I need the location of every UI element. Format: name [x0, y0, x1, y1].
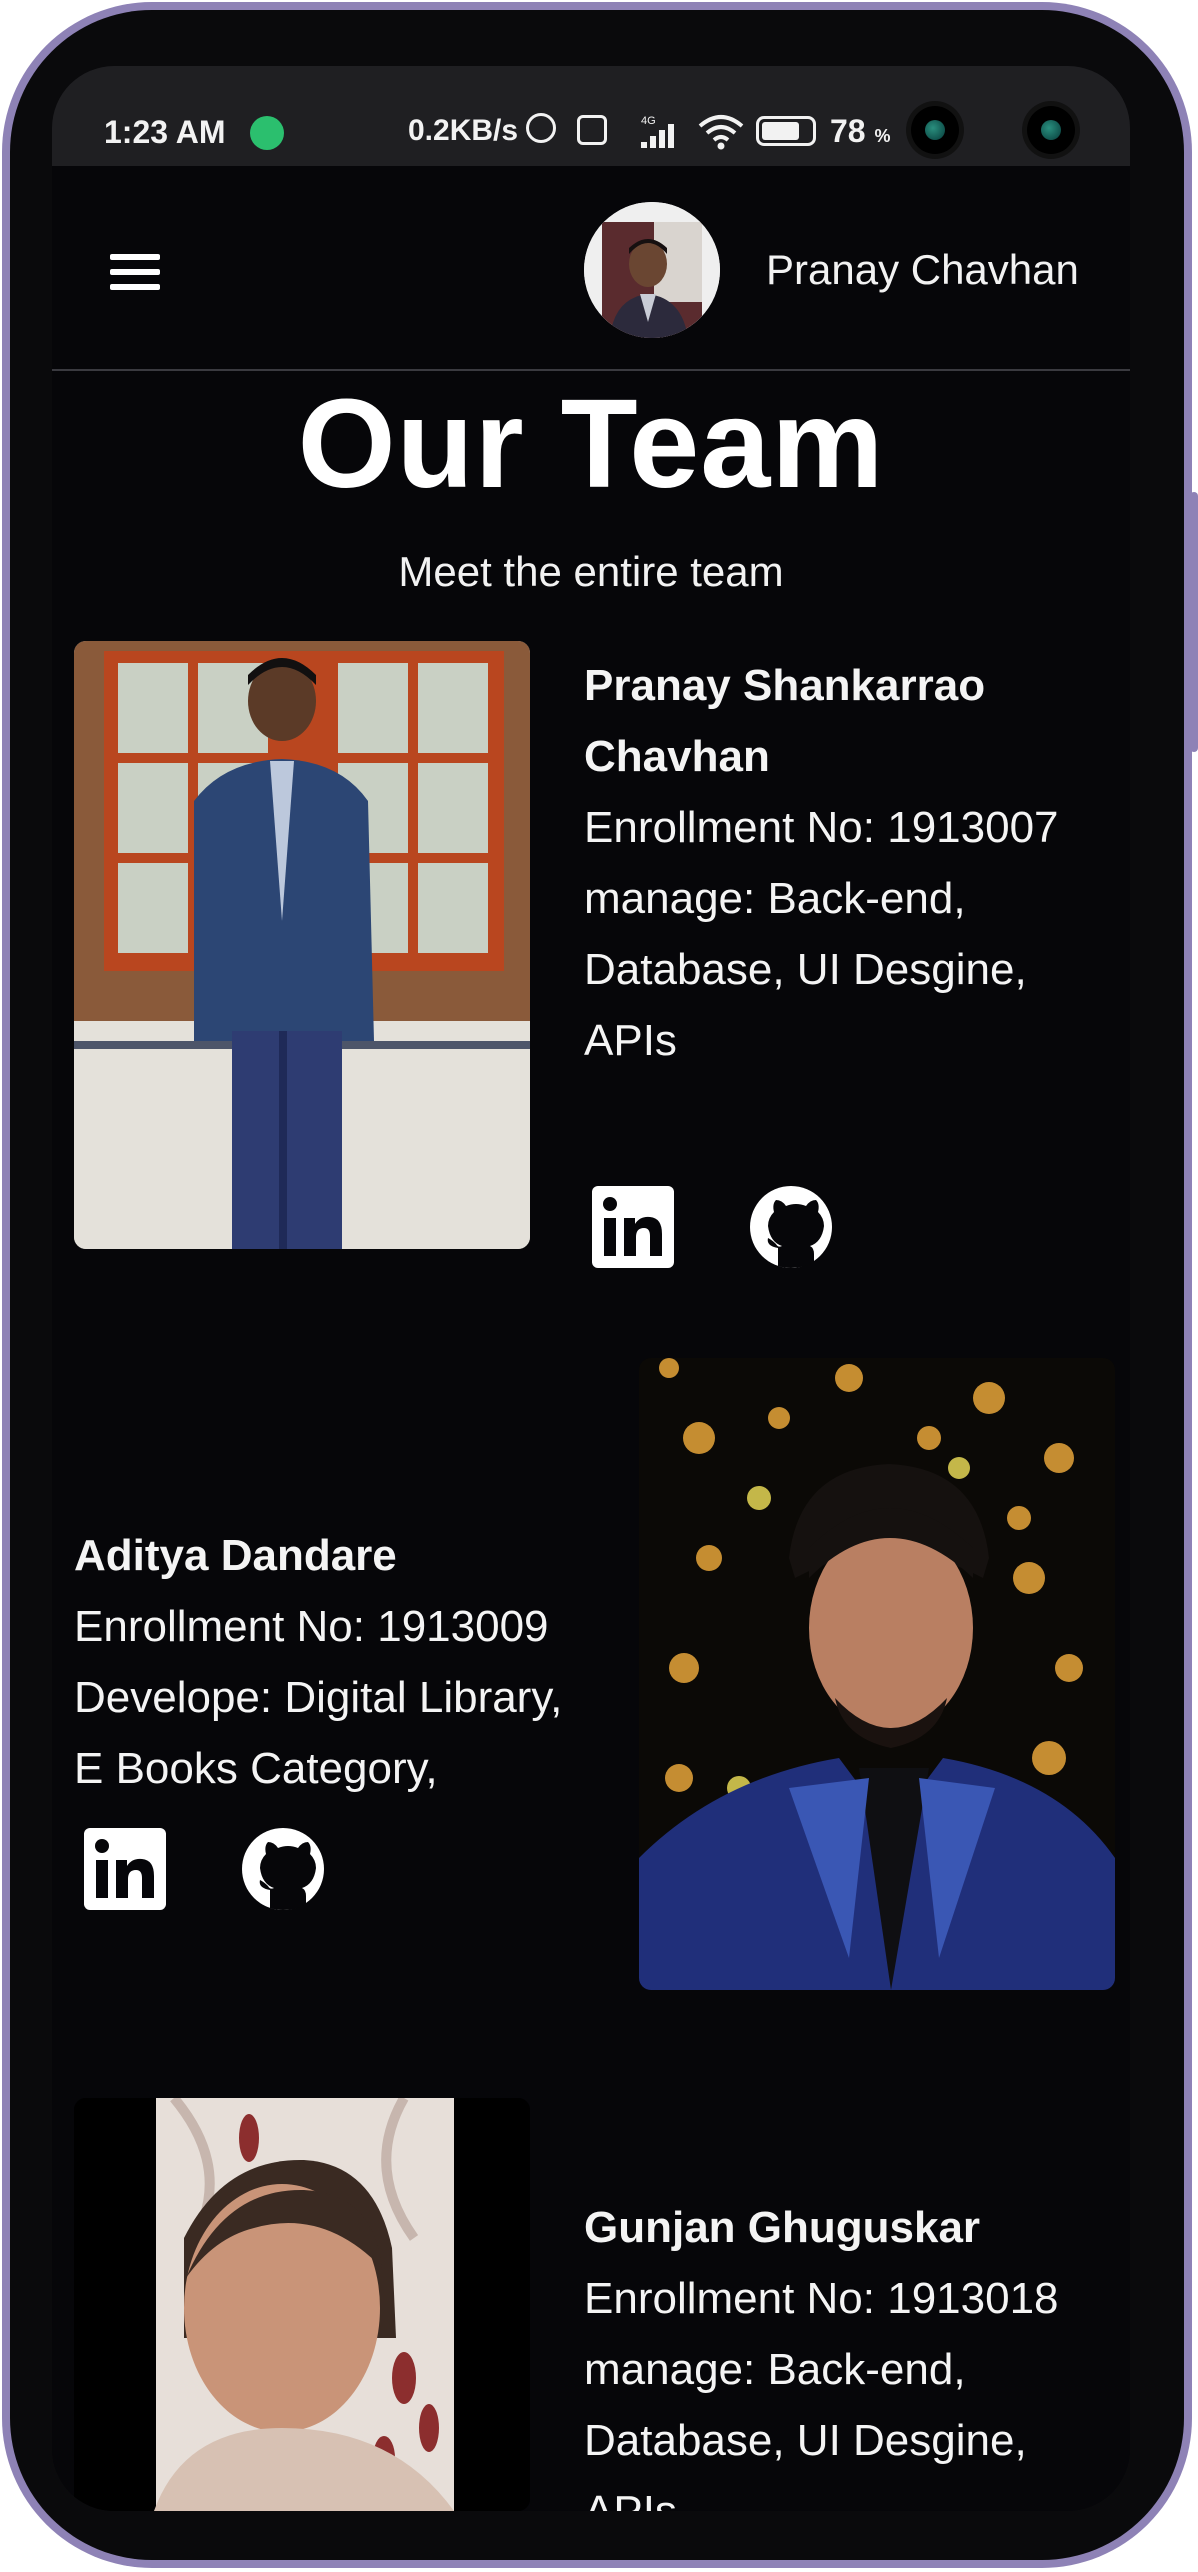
battery-icon [756, 116, 816, 146]
user-name[interactable]: Pranay Chavhan [766, 246, 1079, 294]
member-enrollment: Enrollment No: 1913007 [584, 803, 1059, 852]
alarm-icon [526, 113, 556, 143]
member-photo [639, 1358, 1115, 1990]
member-photo [74, 2098, 530, 2511]
member-role: manage: Back-end, [584, 874, 966, 923]
member-role: Develope: Digital Library, [74, 1673, 563, 1722]
network-speed: 0.2KB/s [408, 114, 519, 147]
front-camera-icon [1027, 106, 1075, 154]
page-subtitle: Meet the entire team [398, 548, 784, 595]
linkedin-icon[interactable] [590, 1184, 676, 1270]
member-info: Gunjan Ghuguskar Enrollment No: 1913018 … [584, 2192, 1124, 2511]
member-name: Aditya Dandare [74, 1531, 397, 1580]
github-icon[interactable] [240, 1826, 326, 1912]
github-icon[interactable] [748, 1184, 834, 1270]
member-info: Aditya Dandare Enrollment No: 1913009 De… [74, 1520, 634, 1804]
page-title: Our Team [297, 373, 885, 514]
front-camera-icon [911, 106, 959, 154]
avatar-image [584, 202, 720, 338]
member-social-links [590, 1184, 850, 1274]
status-bar: 1:23 AM 0.2KB/s 4G 78 % [52, 66, 1130, 166]
member-photo-image [74, 2098, 530, 2511]
member-photo [74, 641, 530, 1249]
member-role: Database, UI Desgine, [584, 945, 1027, 994]
wifi-icon [698, 115, 744, 150]
android-notification-icon [250, 116, 284, 150]
member-role: APIs [584, 1016, 677, 1065]
battery-percent: 78 % [830, 113, 891, 149]
member-role: APIs [584, 2476, 1124, 2511]
app-bar: Pranay Chavhan [52, 166, 1130, 371]
member-role: E Books Category, [74, 1744, 438, 1793]
user-avatar[interactable] [584, 202, 720, 338]
member-photo-image [74, 641, 530, 1249]
linkedin-icon[interactable] [82, 1826, 168, 1912]
hamburger-menu-icon[interactable] [110, 254, 160, 290]
member-enrollment: Enrollment No: 1913009 [74, 1602, 549, 1651]
member-enrollment: Enrollment No: 1913018 [584, 2274, 1059, 2323]
signal-icon: 4G [641, 115, 674, 148]
member-role: Database, UI Desgine, [584, 2416, 1027, 2465]
member-info: Pranay Shankarrao Chavhan Enrollment No:… [584, 650, 1124, 1076]
power-button [1190, 492, 1198, 752]
member-social-links [82, 1826, 342, 1916]
member-name: Chavhan [584, 732, 770, 781]
member-role: manage: Back-end, [584, 2345, 966, 2394]
member-photo-image [639, 1358, 1115, 1990]
volte-icon [577, 115, 607, 145]
status-time: 1:23 AM [104, 114, 226, 150]
screen: 1:23 AM 0.2KB/s 4G 78 % Pranay Chavhan O… [52, 66, 1130, 2511]
member-name: Pranay Shankarrao [584, 661, 986, 710]
member-name: Gunjan Ghuguskar [584, 2203, 981, 2252]
svg-text:4G: 4G [641, 115, 656, 127]
